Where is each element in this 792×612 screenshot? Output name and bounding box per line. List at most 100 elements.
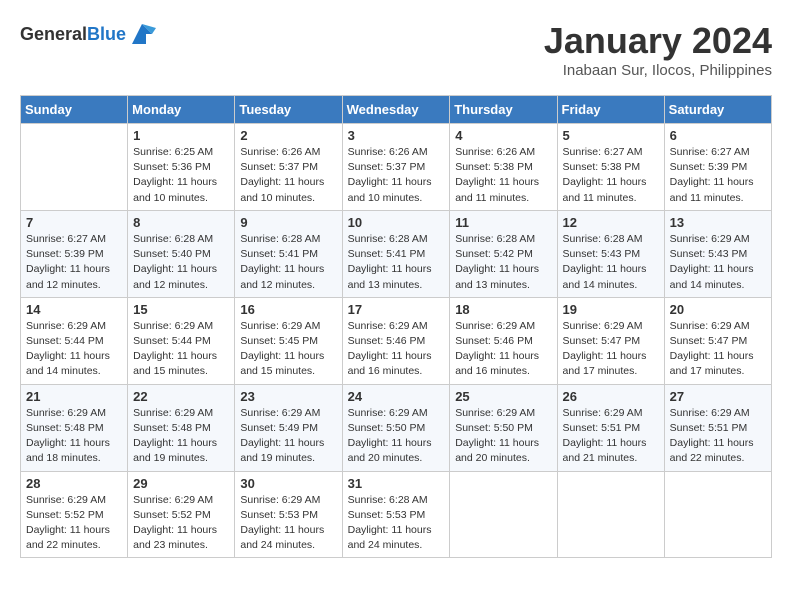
calendar-day-cell: 30 Sunrise: 6:29 AMSunset: 5:53 PMDayligh… [235,471,342,558]
day-info: Sunrise: 6:29 AMSunset: 5:45 PMDaylight:… [240,319,336,380]
calendar-day-cell: 12Sunrise: 6:28 AMSunset: 5:43 PMDayligh… [557,210,664,297]
calendar-week-row: 1Sunrise: 6:25 AMSunset: 5:36 PMDaylight… [21,124,772,211]
day-info: Sunrise: 6:29 AMSunset: 5:46 PMDaylight:… [348,319,445,380]
day-number: 22 [133,389,229,404]
day-number: 3 [348,128,445,143]
day-number: 23 [240,389,336,404]
day-number: 28 [26,476,122,491]
day-number: 19 [563,302,659,317]
day-number: 9 [240,215,336,230]
calendar-day-cell: 19 Sunrise: 6:29 AMSunset: 5:47 PMDayligh… [557,297,664,384]
calendar-day-cell: 22 Sunrise: 6:29 AMSunset: 5:48 PMDayligh… [128,384,235,471]
day-number: 29 [133,476,229,491]
day-number: 26 [563,389,659,404]
day-number: 7 [26,215,122,230]
calendar-day-cell: 10Sunrise: 6:28 AMSunset: 5:41 PMDayligh… [342,210,450,297]
calendar-week-row: 7 Sunrise: 6:27 AMSunset: 5:39 PMDaylight… [21,210,772,297]
calendar-day-cell: 23Sunrise: 6:29 AMSunset: 5:49 PMDayligh… [235,384,342,471]
day-info: Sunrise: 6:29 AMSunset: 5:50 PMDaylight:… [348,406,445,467]
day-number: 31 [348,476,445,491]
col-saturday: Saturday [664,96,771,124]
col-thursday: Thursday [450,96,557,124]
calendar-day-cell [664,471,771,558]
day-number: 6 [670,128,766,143]
calendar-day-cell: 26 Sunrise: 6:29 AMSunset: 5:51 PMDayligh… [557,384,664,471]
calendar-day-cell: 17 Sunrise: 6:29 AMSunset: 5:46 PMDayligh… [342,297,450,384]
calendar-day-cell: 31 Sunrise: 6:28 AMSunset: 5:53 PMDayligh… [342,471,450,558]
day-number: 5 [563,128,659,143]
calendar-day-cell: 14Sunrise: 6:29 AMSunset: 5:44 PMDayligh… [21,297,128,384]
day-number: 16 [240,302,336,317]
calendar-day-cell: 9 Sunrise: 6:28 AMSunset: 5:41 PMDaylight… [235,210,342,297]
day-number: 15 [133,302,229,317]
day-number: 17 [348,302,445,317]
day-info: Sunrise: 6:29 AMSunset: 5:53 PMDaylight:… [240,493,336,554]
day-info: Sunrise: 6:29 AMSunset: 5:47 PMDaylight:… [563,319,659,380]
calendar-day-cell [450,471,557,558]
day-info: Sunrise: 6:29 AMSunset: 5:51 PMDaylight:… [563,406,659,467]
day-info: Sunrise: 6:25 AMSunset: 5:36 PMDaylight:… [133,145,229,206]
col-tuesday: Tuesday [235,96,342,124]
calendar-day-cell: 11 Sunrise: 6:28 AMSunset: 5:42 PMDayligh… [450,210,557,297]
day-number: 20 [670,302,766,317]
calendar-day-cell: 5Sunrise: 6:27 AMSunset: 5:38 PMDaylight… [557,124,664,211]
calendar-week-row: 14Sunrise: 6:29 AMSunset: 5:44 PMDayligh… [21,297,772,384]
day-info: Sunrise: 6:29 AMSunset: 5:51 PMDaylight:… [670,406,766,467]
calendar-day-cell [557,471,664,558]
day-info: Sunrise: 6:26 AMSunset: 5:38 PMDaylight:… [455,145,551,206]
day-info: Sunrise: 6:28 AMSunset: 5:41 PMDaylight:… [348,232,445,293]
day-info: Sunrise: 6:27 AMSunset: 5:39 PMDaylight:… [670,145,766,206]
calendar-header-row: Sunday Monday Tuesday Wednesday Thursday… [21,96,772,124]
calendar-week-row: 28 Sunrise: 6:29 AMSunset: 5:52 PMDayligh… [21,471,772,558]
logo: GeneralBlue [20,20,156,48]
calendar-day-cell: 25 Sunrise: 6:29 AMSunset: 5:50 PMDayligh… [450,384,557,471]
day-number: 11 [455,215,551,230]
calendar-day-cell [21,124,128,211]
day-info: Sunrise: 6:29 AMSunset: 5:44 PMDaylight:… [26,319,122,380]
day-info: Sunrise: 6:26 AMSunset: 5:37 PMDaylight:… [240,145,336,206]
calendar-day-cell: 15 Sunrise: 6:29 AMSunset: 5:44 PMDayligh… [128,297,235,384]
day-number: 25 [455,389,551,404]
calendar-day-cell: 27 Sunrise: 6:29 AMSunset: 5:51 PMDayligh… [664,384,771,471]
calendar-day-cell: 18 Sunrise: 6:29 AMSunset: 5:46 PMDayligh… [450,297,557,384]
day-info: Sunrise: 6:28 AMSunset: 5:41 PMDaylight:… [240,232,336,293]
logo-general-text: GeneralBlue [20,24,126,45]
calendar-day-cell: 20 Sunrise: 6:29 AMSunset: 5:47 PMDayligh… [664,297,771,384]
day-number: 18 [455,302,551,317]
calendar-day-cell: 21Sunrise: 6:29 AMSunset: 5:48 PMDayligh… [21,384,128,471]
day-info: Sunrise: 6:29 AMSunset: 5:46 PMDaylight:… [455,319,551,380]
day-info: Sunrise: 6:29 AMSunset: 5:43 PMDaylight:… [670,232,766,293]
day-info: Sunrise: 6:29 AMSunset: 5:52 PMDaylight:… [133,493,229,554]
day-info: Sunrise: 6:27 AMSunset: 5:39 PMDaylight:… [26,232,122,293]
day-info: Sunrise: 6:26 AMSunset: 5:37 PMDaylight:… [348,145,445,206]
calendar-day-cell: 29 Sunrise: 6:29 AMSunset: 5:52 PMDayligh… [128,471,235,558]
day-number: 4 [455,128,551,143]
day-info: Sunrise: 6:29 AMSunset: 5:44 PMDaylight:… [133,319,229,380]
calendar-day-cell: 24 Sunrise: 6:29 AMSunset: 5:50 PMDayligh… [342,384,450,471]
day-number: 27 [670,389,766,404]
calendar-day-cell: 3 Sunrise: 6:26 AMSunset: 5:37 PMDaylight… [342,124,450,211]
day-info: Sunrise: 6:29 AMSunset: 5:50 PMDaylight:… [455,406,551,467]
calendar-day-cell: 13 Sunrise: 6:29 AMSunset: 5:43 PMDayligh… [664,210,771,297]
day-info: Sunrise: 6:28 AMSunset: 5:42 PMDaylight:… [455,232,551,293]
calendar-day-cell: 28 Sunrise: 6:29 AMSunset: 5:52 PMDayligh… [21,471,128,558]
calendar-table: Sunday Monday Tuesday Wednesday Thursday… [20,95,772,558]
calendar-subtitle: Inabaan Sur, Ilocos, Philippines [544,62,772,79]
day-info: Sunrise: 6:28 AMSunset: 5:53 PMDaylight:… [348,493,445,554]
col-monday: Monday [128,96,235,124]
calendar-day-cell: 6 Sunrise: 6:27 AMSunset: 5:39 PMDaylight… [664,124,771,211]
page-header: GeneralBlue January 2024 Inabaan Sur, Il… [20,20,772,79]
day-info: Sunrise: 6:29 AMSunset: 5:48 PMDaylight:… [133,406,229,467]
day-number: 24 [348,389,445,404]
day-info: Sunrise: 6:29 AMSunset: 5:52 PMDaylight:… [26,493,122,554]
day-number: 30 [240,476,336,491]
day-number: 13 [670,215,766,230]
calendar-day-cell: 1Sunrise: 6:25 AMSunset: 5:36 PMDaylight… [128,124,235,211]
calendar-day-cell: 8Sunrise: 6:28 AMSunset: 5:40 PMDaylight… [128,210,235,297]
calendar-day-cell: 7 Sunrise: 6:27 AMSunset: 5:39 PMDaylight… [21,210,128,297]
day-info: Sunrise: 6:28 AMSunset: 5:43 PMDaylight:… [563,232,659,293]
calendar-week-row: 21Sunrise: 6:29 AMSunset: 5:48 PMDayligh… [21,384,772,471]
day-info: Sunrise: 6:29 AMSunset: 5:47 PMDaylight:… [670,319,766,380]
day-number: 2 [240,128,336,143]
calendar-title: January 2024 [544,20,772,62]
